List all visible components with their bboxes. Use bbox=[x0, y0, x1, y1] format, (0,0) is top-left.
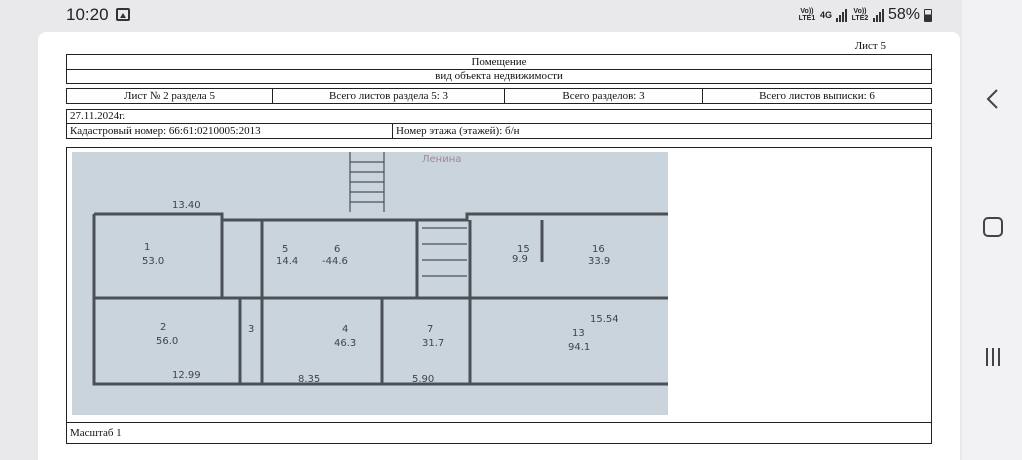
4g-label: 4G bbox=[819, 9, 832, 20]
svg-text:9.9: 9.9 bbox=[512, 254, 528, 265]
lte2-label: Vo)) LTE2 bbox=[851, 8, 869, 22]
svg-text:-44.6: -44.6 bbox=[322, 256, 348, 267]
lte1-label: Vo)) LTE1 bbox=[798, 8, 816, 22]
floor-number: Номер этажа (этажей): б/н bbox=[396, 125, 520, 137]
svg-text:94.1: 94.1 bbox=[568, 342, 590, 353]
svg-text:12.99: 12.99 bbox=[172, 370, 201, 381]
back-icon[interactable] bbox=[982, 88, 1004, 110]
scale-label: Масштаб 1 bbox=[66, 422, 932, 444]
doc-subtitle: вид объекта недвижимости bbox=[66, 69, 932, 84]
svg-text:6: 6 bbox=[334, 244, 340, 255]
svg-text:Ленина: Ленина bbox=[422, 154, 461, 165]
svg-text:8.35: 8.35 bbox=[298, 374, 320, 385]
svg-text:4: 4 bbox=[342, 324, 348, 335]
svg-text:7: 7 bbox=[427, 324, 433, 335]
sheet-info-row: Лист № 2 раздела 5 Всего листов раздела … bbox=[66, 88, 932, 104]
phone-screen: 10:20 Vo)) LTE1 4G Vo)) LTE2 58% Лист 5 … bbox=[0, 0, 962, 460]
gallery-icon bbox=[116, 8, 130, 21]
cadastral-number: Кадастровый номер: 66:61:0210005:2013 bbox=[67, 124, 393, 138]
battery-level: 58% bbox=[887, 6, 920, 23]
svg-text:2: 2 bbox=[160, 322, 166, 333]
svg-text:5.90: 5.90 bbox=[412, 374, 434, 385]
doc-date: 27.11.2024г. bbox=[66, 109, 932, 124]
cadastral-row: Кадастровый номер: 66:61:0210005:2013 Но… bbox=[66, 123, 932, 139]
svg-text:16: 16 bbox=[592, 244, 605, 255]
sheet-cell-1: Лист № 2 раздела 5 bbox=[67, 89, 273, 103]
svg-text:13: 13 bbox=[572, 328, 585, 339]
svg-text:3: 3 bbox=[248, 324, 254, 335]
svg-text:14.4: 14.4 bbox=[276, 256, 298, 267]
status-icons: Vo)) LTE1 4G Vo)) LTE2 58% bbox=[798, 6, 932, 24]
svg-text:33.9: 33.9 bbox=[588, 256, 610, 267]
floor-plan-drawing: 153.0 514.4 6-44.6 159.9 1633.9 256.0 3 … bbox=[72, 152, 668, 415]
svg-text:53.0: 53.0 bbox=[142, 256, 164, 267]
document-page: Лист 5 Помещение вид объекта недвижимост… bbox=[38, 32, 960, 460]
svg-text:5: 5 bbox=[282, 244, 288, 255]
sheet-number: Лист 5 bbox=[854, 40, 886, 52]
svg-text:15.54: 15.54 bbox=[590, 314, 619, 325]
navigation-bar bbox=[962, 0, 1022, 460]
svg-text:46.3: 46.3 bbox=[334, 338, 356, 349]
home-icon[interactable] bbox=[982, 216, 1004, 238]
status-bar: 10:20 Vo)) LTE1 4G Vo)) LTE2 58% bbox=[0, 0, 962, 32]
sheet-cell-3: Всего разделов: 3 bbox=[505, 89, 703, 103]
clock: 10:20 bbox=[66, 5, 109, 24]
sheet-cell-4: Всего листов выписки: 6 bbox=[759, 90, 875, 102]
signal-icon bbox=[835, 8, 847, 22]
recent-apps-icon[interactable] bbox=[982, 346, 1004, 368]
svg-text:56.0: 56.0 bbox=[156, 336, 178, 347]
floor-plan-image: 1 53.0 5 14.4 6 -44.6 15 9.9 16 33.9 2 56.0 3 … bbox=[72, 152, 668, 415]
sheet-cell-2: Всего листов раздела 5: 3 bbox=[273, 89, 505, 103]
signal2-icon bbox=[872, 8, 884, 22]
doc-title: Помещение bbox=[66, 54, 932, 70]
battery-icon bbox=[924, 8, 932, 22]
svg-text:1: 1 bbox=[144, 242, 150, 253]
svg-text:31.7: 31.7 bbox=[422, 338, 444, 349]
svg-text:13.40: 13.40 bbox=[172, 200, 201, 211]
